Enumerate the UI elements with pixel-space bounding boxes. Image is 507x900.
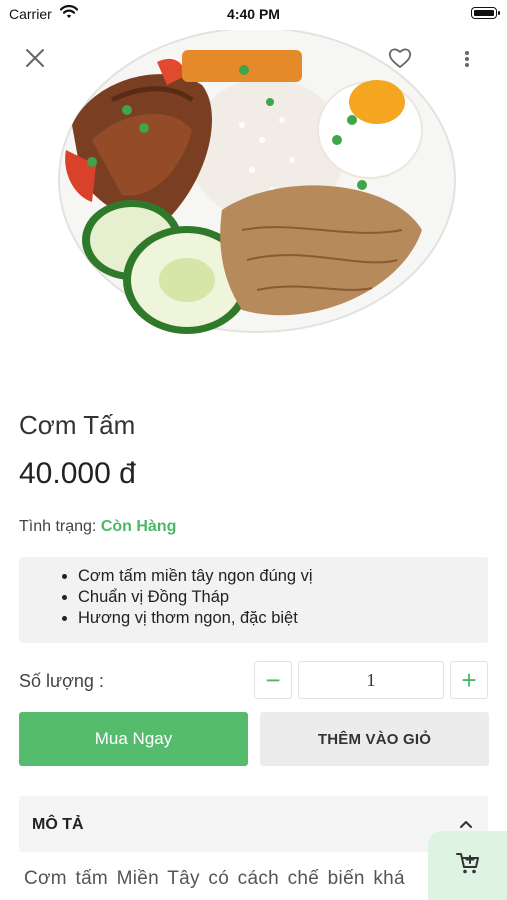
highlights-list: Cơm tấm miền tây ngon đúng vị Chuẩn vị Đ…	[19, 557, 488, 629]
battery-icon	[471, 7, 500, 19]
close-icon	[25, 48, 45, 73]
add-to-cart-button[interactable]: THÊM VÀO GIỎ	[260, 712, 489, 766]
clock: 4:40 PM	[227, 6, 280, 22]
highlight-item: Chuẩn vị Đồng Tháp	[78, 587, 488, 608]
heart-icon	[388, 47, 412, 74]
quantity-input[interactable]: 1	[298, 661, 444, 699]
close-button[interactable]	[22, 47, 48, 73]
quantity-label: Số lượng :	[19, 671, 104, 691]
stock-status: Tình trạng: Còn Hàng	[19, 518, 176, 536]
description-text: Cơm tấm Miền Tây có cách chế biến khá	[24, 868, 405, 889]
cart-floating-button[interactable]	[428, 831, 507, 900]
stock-value: Còn Hàng	[100, 518, 177, 535]
product-title: Cơm Tấm	[19, 410, 136, 440]
favorite-button[interactable]	[386, 47, 414, 73]
status-bar: Carrier 4:40 PM	[0, 0, 507, 28]
plus-icon: +	[461, 664, 477, 695]
highlight-item: Hương vị thơm ngon, đặc biệt	[78, 608, 488, 629]
highlight-item: Cơm tấm miền tây ngon đúng vị	[78, 566, 488, 587]
quantity-decrease-button[interactable]: −	[254, 661, 292, 699]
quantity-increase-button[interactable]: +	[450, 661, 488, 699]
cart-add-icon	[455, 850, 481, 881]
description-section-header[interactable]: MÔ TẢ	[19, 796, 488, 852]
buy-now-button[interactable]: Mua Ngay	[19, 712, 248, 766]
description-title: MÔ TẢ	[32, 816, 84, 833]
stock-label: Tình trạng:	[19, 518, 101, 535]
more-options-button[interactable]	[458, 47, 476, 75]
highlights-box: Cơm tấm miền tây ngon đúng vị Chuẩn vị Đ…	[19, 557, 488, 643]
product-image	[52, 27, 462, 350]
minus-icon: −	[265, 664, 281, 695]
more-vertical-icon	[464, 50, 470, 73]
product-price: 40.000 đ	[19, 457, 136, 490]
